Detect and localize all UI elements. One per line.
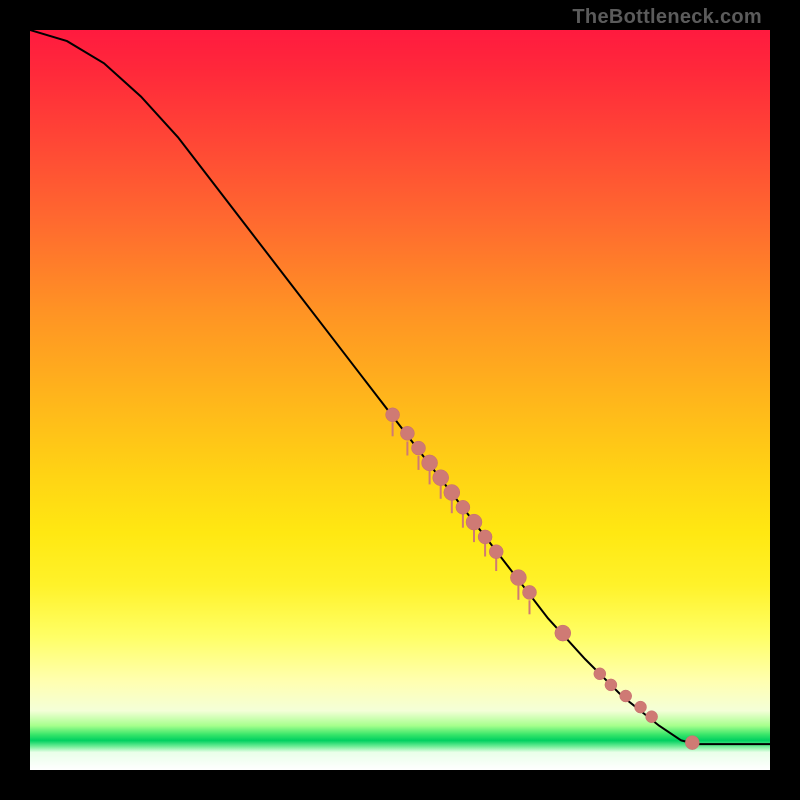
data-point bbox=[444, 485, 460, 501]
data-point bbox=[456, 500, 470, 514]
tick bbox=[440, 485, 442, 499]
tick bbox=[451, 499, 453, 513]
tick bbox=[484, 543, 486, 557]
bottleneck-curve bbox=[30, 30, 770, 744]
plot-area bbox=[30, 30, 770, 770]
tick bbox=[517, 586, 519, 600]
data-point bbox=[555, 625, 571, 641]
tick bbox=[406, 442, 408, 456]
data-point bbox=[478, 530, 492, 544]
data-point bbox=[685, 736, 699, 750]
tick bbox=[495, 557, 497, 571]
watermark-label: TheBottleneck.com bbox=[572, 6, 762, 29]
chart-stage: TheBottleneck.com bbox=[0, 0, 800, 800]
tick bbox=[429, 470, 431, 484]
data-point bbox=[523, 585, 537, 599]
chart-svg bbox=[30, 30, 770, 770]
data-points bbox=[386, 408, 700, 750]
data-point bbox=[433, 470, 449, 486]
data-point bbox=[620, 690, 632, 702]
data-point bbox=[646, 711, 658, 723]
data-point bbox=[466, 514, 482, 530]
data-point bbox=[412, 441, 426, 455]
data-point bbox=[594, 668, 606, 680]
data-point bbox=[510, 570, 526, 586]
tick bbox=[529, 600, 531, 614]
data-point bbox=[400, 426, 414, 440]
tick bbox=[418, 456, 420, 470]
tick bbox=[392, 422, 394, 436]
data-point bbox=[635, 701, 647, 713]
data-point bbox=[605, 679, 617, 691]
data-point bbox=[386, 408, 400, 422]
data-point bbox=[489, 545, 503, 559]
tick bbox=[462, 514, 464, 528]
data-point bbox=[422, 455, 438, 471]
